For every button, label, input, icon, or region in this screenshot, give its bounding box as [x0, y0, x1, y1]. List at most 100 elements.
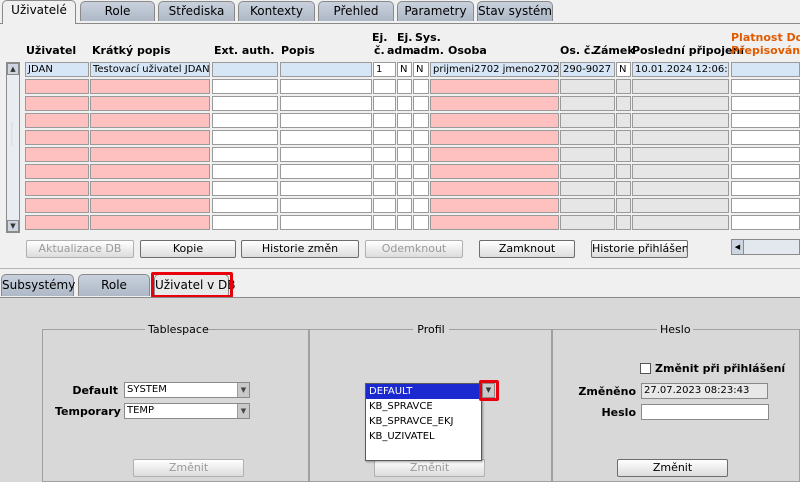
table-cell[interactable]: [25, 147, 89, 162]
historie-prihlaseni-button[interactable]: Historie přihlášení: [591, 240, 688, 258]
cell-kratky-popis[interactable]: Testovací uživatel JDAN: [90, 62, 210, 77]
table-cell[interactable]: [90, 164, 210, 179]
table-cell[interactable]: [212, 198, 278, 213]
table-cell[interactable]: [430, 113, 559, 128]
table-cell[interactable]: [373, 113, 396, 128]
table-cell[interactable]: [413, 198, 429, 213]
table-cell[interactable]: [413, 164, 429, 179]
tablespace-zmenit-button[interactable]: Změnit: [133, 459, 244, 477]
grid-vertical-scrollbar[interactable]: ▲ ⋮ ⋮ ⋮ ⋮ ▼: [6, 62, 20, 233]
profil-option-default[interactable]: DEFAULT: [366, 384, 481, 399]
table-cell[interactable]: [413, 96, 429, 111]
table-cell[interactable]: [731, 147, 800, 162]
table-cell[interactable]: [25, 79, 89, 94]
table-cell[interactable]: [25, 198, 89, 213]
tab-prehled[interactable]: Přehled: [318, 1, 394, 21]
table-cell[interactable]: [280, 181, 372, 196]
table-cell[interactable]: [413, 79, 429, 94]
table-cell[interactable]: [397, 113, 412, 128]
profil-dropdown-list[interactable]: DEFAULT KB_SPRAVCE KB_SPRAVCE_EKJ KB_UZI…: [365, 383, 482, 461]
table-cell[interactable]: [397, 181, 412, 196]
cell-ext-auth[interactable]: [212, 62, 278, 77]
table-cell[interactable]: [90, 113, 210, 128]
table-cell[interactable]: [90, 130, 210, 145]
cell-platnost[interactable]: [731, 62, 800, 77]
chevron-down-icon[interactable]: ▼: [237, 383, 249, 397]
table-cell[interactable]: [731, 164, 800, 179]
table-cell[interactable]: [397, 79, 412, 94]
table-cell[interactable]: [280, 113, 372, 128]
table-cell[interactable]: [212, 130, 278, 145]
table-cell[interactable]: [616, 181, 631, 196]
scroll-left-icon[interactable]: ◀: [732, 240, 744, 254]
table-cell[interactable]: [731, 113, 800, 128]
table-cell[interactable]: [632, 147, 729, 162]
tab-stav-systemu[interactable]: Stav systému: [477, 1, 553, 21]
table-cell[interactable]: [430, 147, 559, 162]
table-cell[interactable]: [616, 96, 631, 111]
table-cell[interactable]: [413, 215, 429, 230]
default-tablespace-select[interactable]: SYSTEM ▼: [124, 382, 250, 398]
table-cell[interactable]: [373, 79, 396, 94]
profil-option-kb-uzivatel[interactable]: KB_UZIVATEL: [366, 429, 481, 444]
table-cell[interactable]: [616, 164, 631, 179]
zmenit-pri-prihlaseni-checkbox[interactable]: [640, 363, 651, 374]
tab-uzivatele[interactable]: Uživatelé: [2, 0, 76, 24]
cell-ej-adm[interactable]: N: [397, 62, 412, 77]
table-cell[interactable]: [25, 113, 89, 128]
cell-popis[interactable]: [280, 62, 372, 77]
table-cell[interactable]: [560, 215, 615, 230]
table-cell[interactable]: [397, 96, 412, 111]
temporary-tablespace-select[interactable]: TEMP ▼: [124, 403, 250, 419]
tab-parametry[interactable]: Parametry: [397, 1, 474, 21]
scroll-up-icon[interactable]: ▲: [7, 63, 19, 75]
table-cell[interactable]: [25, 130, 89, 145]
table-cell[interactable]: [616, 130, 631, 145]
cell-os-c[interactable]: 290-9027: [560, 62, 615, 77]
table-cell[interactable]: [632, 113, 729, 128]
table-cell[interactable]: [632, 130, 729, 145]
table-cell[interactable]: [25, 215, 89, 230]
table-cell[interactable]: [560, 113, 615, 128]
table-cell[interactable]: [397, 198, 412, 213]
tab-role[interactable]: Role: [80, 1, 155, 21]
table-cell[interactable]: [560, 96, 615, 111]
cell-uzivatel[interactable]: JDAN: [25, 62, 89, 77]
table-cell[interactable]: [413, 147, 429, 162]
cell-posledni-pripojeni[interactable]: 10.01.2024 12:06:32: [632, 62, 729, 77]
grid-horizontal-scrollbar[interactable]: ◀: [731, 239, 800, 255]
tab-strediska[interactable]: Střediska: [158, 1, 235, 21]
table-cell[interactable]: [90, 79, 210, 94]
table-cell[interactable]: [616, 198, 631, 213]
table-cell[interactable]: [430, 215, 559, 230]
table-cell[interactable]: [430, 79, 559, 94]
table-cell[interactable]: [731, 198, 800, 213]
table-cell[interactable]: [560, 181, 615, 196]
table-cell[interactable]: [560, 147, 615, 162]
table-cell[interactable]: [373, 198, 396, 213]
profil-option-kb-spravce-ekj[interactable]: KB_SPRAVCE_EKJ: [366, 414, 481, 429]
table-cell[interactable]: [280, 96, 372, 111]
table-cell[interactable]: [560, 164, 615, 179]
table-cell[interactable]: [212, 147, 278, 162]
table-cell[interactable]: [212, 79, 278, 94]
table-cell[interactable]: [212, 181, 278, 196]
cell-ej-c[interactable]: 1: [373, 62, 396, 77]
table-cell[interactable]: [430, 130, 559, 145]
table-cell[interactable]: [90, 96, 210, 111]
profil-zmenit-button[interactable]: Změnit: [374, 459, 485, 477]
tab-role-detail[interactable]: Role: [78, 274, 150, 296]
table-cell[interactable]: [731, 181, 800, 196]
table-cell[interactable]: [616, 215, 631, 230]
table-cell[interactable]: [731, 96, 800, 111]
table-cell[interactable]: [616, 79, 631, 94]
table-cell[interactable]: [560, 79, 615, 94]
chevron-down-icon[interactable]: ▼: [237, 404, 249, 418]
tab-kontexty[interactable]: Kontexty: [238, 1, 315, 21]
profil-option-kb-spravce[interactable]: KB_SPRAVCE: [366, 399, 481, 414]
kopie-button[interactable]: Kopie: [140, 240, 236, 258]
cell-sys-adm[interactable]: N: [413, 62, 429, 77]
table-cell[interactable]: [25, 181, 89, 196]
scroll-down-icon[interactable]: ▼: [7, 220, 19, 232]
table-cell[interactable]: [212, 96, 278, 111]
